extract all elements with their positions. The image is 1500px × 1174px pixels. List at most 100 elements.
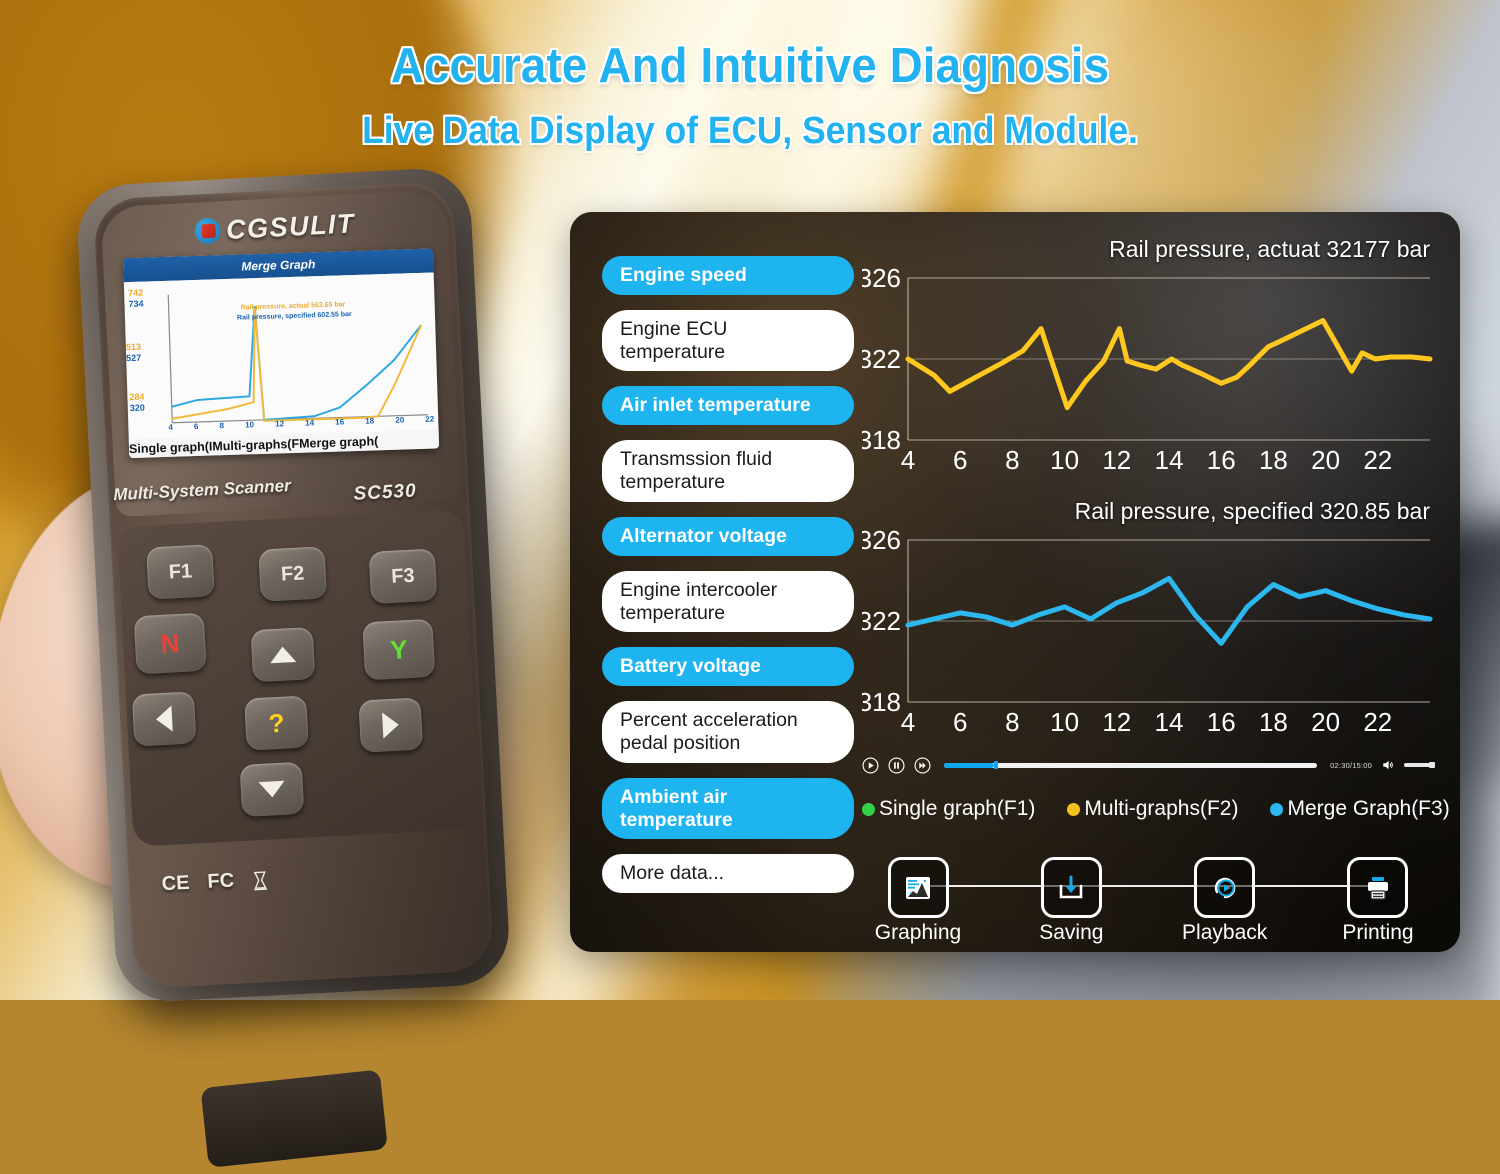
feature-icon-row: Graphing Saving Playback Printing bbox=[858, 857, 1438, 949]
screen-xtick: 8 bbox=[219, 421, 225, 431]
svg-text:4: 4 bbox=[901, 445, 915, 475]
legend-dot-icon bbox=[1270, 802, 1284, 816]
svg-text:326: 326 bbox=[862, 268, 901, 293]
legend-label: Merge Graph(F3) bbox=[1287, 797, 1450, 820]
parameter-pill-4[interactable]: Alternator voltage bbox=[602, 516, 854, 556]
svg-text:14: 14 bbox=[1155, 707, 1184, 737]
svg-text:10: 10 bbox=[1050, 707, 1079, 737]
key-left[interactable] bbox=[131, 691, 197, 747]
parameter-pill-label: Engine ECU temperature bbox=[620, 317, 728, 363]
key-f1[interactable]: F1 bbox=[146, 544, 215, 600]
legend-item-2[interactable]: Merge Graph(F3) bbox=[1270, 797, 1450, 821]
svg-text:6: 6 bbox=[953, 445, 967, 475]
svg-text:14: 14 bbox=[1155, 445, 1184, 475]
screen-y-mid-yellow: 513 bbox=[125, 341, 142, 353]
printer-icon[interactable] bbox=[1347, 857, 1409, 918]
volume-slider[interactable] bbox=[1404, 762, 1435, 768]
parameter-pill-9[interactable]: More data... bbox=[602, 854, 854, 894]
parameter-list: Engine speed Engine ECU temperature Air in… bbox=[602, 256, 854, 908]
screen-xtick: 4 bbox=[168, 422, 173, 432]
playback-icon[interactable] bbox=[1194, 857, 1256, 918]
parameter-pill-5[interactable]: Engine intercooler temperature bbox=[602, 570, 854, 633]
legend-item-0[interactable]: Single graph(F1) bbox=[862, 797, 1035, 821]
chart-plot-specified: 318 322 326 4 6 8 10 12 14 16 18 20 22 bbox=[862, 530, 1433, 737]
screen-xtick: 18 bbox=[365, 416, 375, 426]
progress-knob[interactable] bbox=[994, 761, 999, 769]
key-down[interactable] bbox=[239, 761, 305, 817]
play-icon[interactable] bbox=[862, 756, 879, 774]
progress-slider[interactable] bbox=[944, 761, 1318, 769]
right-arrow-icon bbox=[382, 711, 400, 739]
device-screen: Merge Graph 742 734 513 527 284 320 Rail… bbox=[123, 248, 440, 459]
feature-playback[interactable]: Playback bbox=[1165, 857, 1285, 945]
svg-text:18: 18 bbox=[1259, 445, 1288, 475]
parameter-pill-0[interactable]: Engine speed bbox=[602, 256, 854, 295]
svg-text:322: 322 bbox=[862, 344, 901, 374]
graph-mode-legend: Single graph(F1) Multi-graphs(F2) Merge Gr… bbox=[862, 797, 1450, 821]
key-f2[interactable]: F2 bbox=[258, 546, 328, 602]
screen-y-bot-blue: 320 bbox=[129, 402, 145, 414]
fcc-mark-icon: FC bbox=[206, 869, 235, 893]
page-title: Accurate And Intuitive Diagnosis bbox=[390, 39, 1110, 93]
parameter-pill-label: Percent acceleration pedal position bbox=[620, 709, 798, 754]
volume-icon[interactable] bbox=[1381, 758, 1395, 772]
next-icon[interactable] bbox=[914, 756, 931, 774]
svg-text:12: 12 bbox=[1102, 707, 1131, 737]
feature-graphing[interactable]: Graphing bbox=[858, 857, 978, 945]
screen-xtick: 22 bbox=[425, 414, 435, 424]
svg-text:10: 10 bbox=[1050, 445, 1079, 475]
parameter-pill-3[interactable]: Transmssion fluid temperature bbox=[602, 440, 854, 502]
left-arrow-icon bbox=[155, 705, 173, 733]
svg-text:6: 6 bbox=[953, 707, 967, 737]
screen-xtick: 16 bbox=[335, 417, 345, 427]
key-f3[interactable]: F3 bbox=[368, 548, 438, 604]
legend-item-1[interactable]: Multi-graphs(F2) bbox=[1067, 797, 1238, 821]
parameter-pill-label: Transmssion fluid temperature bbox=[620, 448, 773, 494]
legend-label: Single graph(F1) bbox=[879, 797, 1036, 820]
parameter-pill-8[interactable]: Ambient air temperature bbox=[602, 777, 854, 840]
chart-rail-pressure-actual: Rail pressure, actuat 32177 bar 318 322 32… bbox=[862, 236, 1434, 484]
device-model-label: SC530 bbox=[353, 480, 418, 505]
feature-label: Playback bbox=[1182, 921, 1268, 944]
feature-printing[interactable]: Printing bbox=[1318, 857, 1438, 945]
graph-icon[interactable] bbox=[887, 857, 949, 918]
brand-logo-icon bbox=[193, 217, 221, 245]
key-help[interactable]: ? bbox=[244, 695, 309, 751]
legend-label: Multi-graphs(F2) bbox=[1084, 797, 1239, 820]
svg-text:20: 20 bbox=[1311, 445, 1340, 475]
svg-text:4: 4 bbox=[901, 707, 915, 737]
svg-text:322: 322 bbox=[862, 606, 901, 636]
screen-xtick: 20 bbox=[395, 415, 405, 425]
pause-icon[interactable] bbox=[888, 756, 905, 774]
feature-saving[interactable]: Saving bbox=[1011, 857, 1131, 945]
parameter-pill-2[interactable]: Air inlet temperature bbox=[602, 386, 854, 426]
screen-body: 742 734 513 527 284 320 Rail pressure, a… bbox=[123, 272, 440, 459]
svg-text:318: 318 bbox=[862, 687, 901, 717]
legend-dot-icon bbox=[1067, 802, 1081, 816]
up-arrow-icon bbox=[269, 645, 297, 664]
brand-text: CGSULIT bbox=[225, 208, 356, 246]
parameter-pill-7[interactable]: Percent acceleration pedal position bbox=[602, 701, 854, 763]
key-right[interactable] bbox=[358, 697, 424, 753]
key-up[interactable] bbox=[250, 627, 316, 683]
screen-y-top-blue: 734 bbox=[128, 298, 144, 310]
screen-xtick: 10 bbox=[244, 420, 255, 430]
key-no[interactable]: N bbox=[133, 612, 207, 675]
volume-knob[interactable] bbox=[1429, 762, 1435, 768]
parameter-pill-6[interactable]: Battery voltage bbox=[602, 647, 854, 687]
parameter-pill-1[interactable]: Engine ECU temperature bbox=[602, 309, 854, 372]
playback-controls[interactable]: 02:30/15:00 bbox=[862, 752, 1435, 778]
chart-title-actual: Rail pressure, actuat 32177 bar bbox=[1109, 236, 1430, 262]
scanner-device: CGSULIT Merge Graph 742 734 513 527 284 … bbox=[36, 138, 550, 1168]
svg-text:8: 8 bbox=[1005, 445, 1019, 475]
weee-bin-icon bbox=[254, 870, 268, 890]
svg-text:22: 22 bbox=[1363, 445, 1392, 475]
save-icon[interactable] bbox=[1040, 857, 1102, 918]
svg-text:20: 20 bbox=[1311, 707, 1340, 737]
feature-label: Saving bbox=[1039, 921, 1104, 944]
ce-mark-icon: CE bbox=[161, 871, 191, 896]
chart-rail-pressure-specified: Rail pressure, specified 320.85 bar 318 3… bbox=[862, 498, 1434, 746]
key-yes[interactable]: Y bbox=[362, 618, 436, 681]
parameter-pill-label: Air inlet temperature bbox=[620, 394, 811, 417]
chart-title-specified: Rail pressure, specified 320.85 bar bbox=[1074, 498, 1430, 524]
